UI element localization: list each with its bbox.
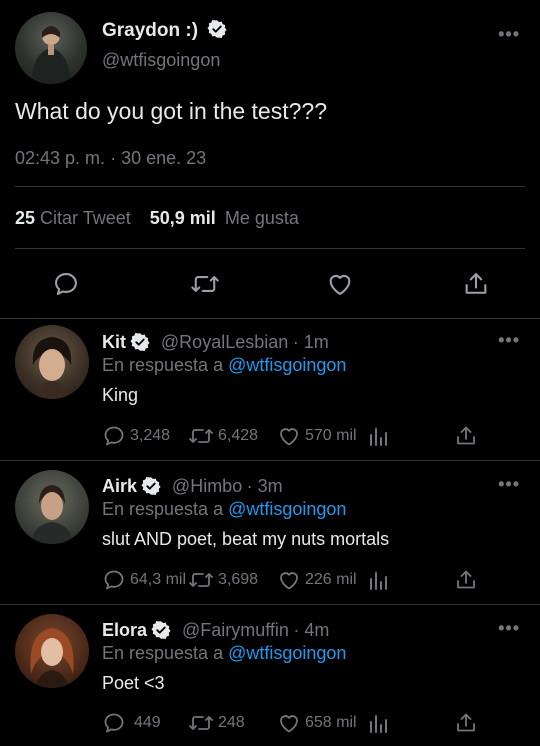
like-icon [280,572,298,590]
author-handle[interactable]: @wtfisgoingon [102,50,220,71]
like-count: 226 mil [305,571,357,588]
verified-badge-icon [130,333,151,352]
retweet-icon [189,573,213,587]
like-count: 658 mil [305,714,357,731]
reply-time[interactable]: · 4m [293,620,329,640]
reply-icon [104,426,124,446]
author-name-row: Graydon :) [102,20,227,42]
reply-header: Airk @Himbo · 3m [102,476,283,497]
reply-author-name[interactable]: Elora [102,620,147,640]
like-icon [280,428,298,446]
reply-author-handle[interactable]: @RoyalLesbian [161,332,288,352]
replying-to-handle[interactable]: @wtfisgoingon [228,499,346,519]
reply-count: 449 [134,714,161,731]
tweet-stats-row: 25 Citar Tweet 50,9 mil Me gusta [15,208,299,229]
more-options-icon[interactable]: ••• [498,24,520,45]
reply-text: Poet <3 [102,673,165,693]
like-action[interactable]: 658 mil [277,711,357,735]
reply-count: 3,248 [130,427,171,444]
analytics-icon[interactable] [368,425,390,447]
analytics-icon[interactable] [368,569,390,591]
retweet-count: 3,698 [218,571,259,588]
divider [0,460,540,461]
like-icon [280,715,298,733]
reply-time[interactable]: · 1m [293,332,329,352]
timestamp-separator: · [110,148,117,168]
replying-to: En respuesta a @wtfisgoingon [102,643,346,664]
verified-badge-icon [151,621,172,640]
reply-icon[interactable] [52,270,80,298]
reply-avatar[interactable] [15,614,89,688]
like-action[interactable]: 226 mil [277,568,357,592]
retweet-count: 6,428 [218,427,259,444]
replying-to: En respuesta a @wtfisgoingon [102,355,346,376]
retweet-count: 248 [218,714,245,731]
replying-to-label: En respuesta a [102,355,224,375]
reply-author-handle[interactable]: @Himbo [172,476,242,496]
reply-header: Elora @Fairymuffin · 4m [102,620,329,641]
divider [15,186,525,187]
tweet-time[interactable]: 02:43 p. m. [15,148,105,168]
reply-text: slut AND poet, beat my nuts mortals [102,529,390,549]
likes-label: Me gusta [224,208,299,228]
reply-time[interactable]: · 3m [247,476,283,496]
retweet-action[interactable]: 248 [188,711,245,735]
retweet-action[interactable]: 3,698 [188,568,258,592]
reply-author-name[interactable]: Kit [102,332,126,352]
like-count: 570 mil [305,427,357,444]
retweet-icon[interactable] [190,270,220,298]
like-action[interactable]: 570 mil [277,424,357,448]
tweet-text: What do you got in the test??? [15,98,327,124]
divider [0,604,540,605]
replying-to-label: En respuesta a [102,499,224,519]
retweet-action[interactable]: 6,428 [188,424,258,448]
more-options-icon[interactable]: ••• [498,618,520,639]
retweet-icon [189,429,213,443]
share-icon[interactable] [454,711,478,735]
replying-to-label: En respuesta a [102,643,224,663]
replying-to-handle[interactable]: @wtfisgoingon [228,643,346,663]
reply-author-name[interactable]: Airk [102,476,137,496]
more-options-icon[interactable]: ••• [498,330,520,351]
like-icon[interactable] [325,270,355,298]
share-icon[interactable] [454,424,478,448]
reply-count: 64,3 mil [130,571,187,588]
quotes-label: Citar Tweet [40,208,131,228]
reply-icon [104,713,124,733]
divider [15,248,525,249]
likes-count: 50,9 mil [149,208,216,228]
reply-icon [104,570,124,590]
reply-avatar[interactable] [15,470,89,544]
share-icon[interactable] [462,270,490,298]
tweet-timestamp-row: 02:43 p. m. · 30 ene. 23 [15,148,206,169]
likes-stat[interactable]: 50,9 mil Me gusta [150,208,299,228]
reply-action[interactable]: 64,3 mil [102,568,186,592]
author-avatar[interactable] [15,12,87,84]
quotes-stat[interactable]: 25 Citar Tweet [15,208,136,228]
author-name[interactable]: Graydon :) [102,20,198,41]
retweet-icon [189,716,213,730]
more-options-icon[interactable]: ••• [498,474,520,495]
reply-author-handle[interactable]: @Fairymuffin [182,620,289,640]
reply-avatar[interactable] [15,325,89,399]
divider [0,318,540,319]
tweet-date[interactable]: 30 ene. 23 [121,148,206,168]
verified-badge-icon [141,477,162,496]
quotes-count: 25 [15,208,36,228]
replying-to: En respuesta a @wtfisgoingon [102,499,346,520]
analytics-icon[interactable] [368,712,390,734]
reply-text: King [102,385,139,405]
verified-badge-icon [207,20,227,39]
replying-to-handle[interactable]: @wtfisgoingon [228,355,346,375]
reply-action[interactable]: 449 [102,711,161,735]
reply-action[interactable]: 3,248 [102,424,170,448]
share-icon[interactable] [454,568,478,592]
reply-header: Kit @RoyalLesbian · 1m [102,332,329,353]
